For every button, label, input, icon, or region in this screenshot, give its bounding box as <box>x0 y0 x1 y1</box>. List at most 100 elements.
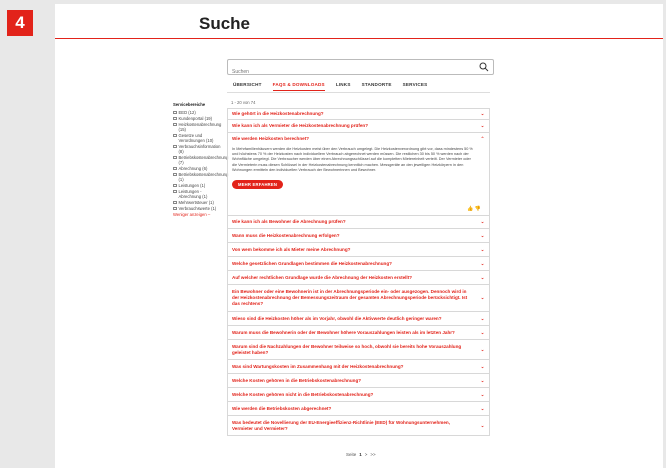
search-input[interactable] <box>228 65 468 79</box>
faq-question: Auf welcher rechtlichen Grundlage wurde … <box>232 274 413 280</box>
checkbox[interactable] <box>173 183 177 188</box>
search-icon[interactable] <box>479 62 489 72</box>
checkbox[interactable] <box>173 133 177 138</box>
faq-item[interactable]: Wie gehört in die Heizkostenabrechnung? ⌄ <box>227 108 490 120</box>
search-box[interactable] <box>227 59 494 79</box>
pager-next-button[interactable]: > <box>365 452 368 457</box>
filter-label: Abrechnung (6) <box>178 166 208 171</box>
faq-question: Warum muss die Bewohnerin oder der Bewoh… <box>232 329 455 335</box>
checkbox[interactable] <box>173 110 177 115</box>
show-less-link[interactable]: Weniger anzeigen – <box>173 212 225 217</box>
faq-question: Welche Kosten gehören in die Betriebskos… <box>232 377 362 383</box>
tab-overview[interactable]: ÜBERSICHT <box>233 82 262 91</box>
faq-item[interactable]: Von wem bekomme ich als Mieter meine Abr… <box>227 243 490 257</box>
filter-item[interactable]: Leistungen - Abrechnung (1) <box>173 189 225 199</box>
chevron-up-icon: ⌃ <box>480 136 485 141</box>
pager-label: Seite <box>346 452 357 457</box>
faq-question: Welche gesetzlichen Grundlagen bestimmen… <box>232 260 392 266</box>
filter-label: Kundenportal (19) <box>178 116 213 121</box>
filter-label: EED (12) <box>178 110 196 115</box>
chevron-down-icon: ⌄ <box>480 111 485 116</box>
chevron-down-icon: ⌄ <box>480 246 485 252</box>
faq-question: Was sind Wartungskosten im Zusammenhang … <box>232 363 404 369</box>
checkbox[interactable] <box>173 144 177 149</box>
tab-faqs-downloads[interactable]: FAQS & DOWNLOADS <box>272 82 325 91</box>
faq-question: Wann muss die Heizkostenabrechnung erfol… <box>232 232 340 238</box>
filter-item[interactable]: Verbrauchswerte (1) <box>173 206 225 211</box>
feedback-icons[interactable]: 👍 👎 <box>467 206 481 212</box>
header-divider <box>55 38 663 39</box>
faq-answer: In Mehrfamilienhäusern werden die Heizko… <box>232 147 473 172</box>
chevron-down-icon: ⌄ <box>480 391 485 397</box>
faq-question: Wie werden Heizkosten berechnet? <box>232 136 310 141</box>
page: Suche ÜBERSICHT FAQS & DOWNLOADS LINKS S… <box>55 4 663 468</box>
chevron-down-icon: ⌄ <box>480 295 485 300</box>
filter-label: Betriebskostenabrechnung (7) <box>178 155 229 165</box>
faq-item[interactable]: Wie kann ich als Vermieter die Heizkoste… <box>227 120 490 133</box>
chevron-down-icon: ⌄ <box>480 346 485 352</box>
checkbox[interactable] <box>173 189 177 194</box>
chevron-down-icon: ⌄ <box>480 363 485 369</box>
chevron-down-icon: ⌄ <box>480 329 485 335</box>
filter-label: Gesetze und Verordnungen (10) <box>178 133 214 143</box>
tabs-divider <box>227 92 490 93</box>
faq-list: Wie gehört in die Heizkostenabrechnung? ⌄… <box>227 108 490 436</box>
checkbox[interactable] <box>173 172 177 177</box>
faq-item[interactable]: Wieso sind die Heizkosten höher als im V… <box>227 312 490 326</box>
pager-current-page[interactable]: 1 <box>359 452 362 457</box>
faq-question: Wie gehört in die Heizkostenabrechnung? <box>232 111 324 116</box>
filter-label: Verbrauchsinformation (8) <box>178 144 221 154</box>
filter-item[interactable]: Betriebskostenabrechnung (7) <box>173 155 228 165</box>
checkbox[interactable] <box>173 200 177 205</box>
faq-item[interactable]: Warum sind die Nachzahlungen der Bewohne… <box>227 340 490 360</box>
faq-item[interactable]: Welche gesetzlichen Grundlagen bestimmen… <box>227 257 490 271</box>
filter-item[interactable]: Gesetze und Verordnungen (10) <box>173 133 225 143</box>
filter-sidebar: Servicebereiche EED (12) Kundenportal (1… <box>173 102 228 217</box>
filter-item[interactable]: EED (12) <box>173 110 225 115</box>
filter-item[interactable]: Mehrwertsteuer (1) <box>173 200 225 205</box>
filter-label: Mehrwertsteuer (1) <box>178 200 214 205</box>
checkbox[interactable] <box>173 116 177 121</box>
filter-item[interactable]: Leistungen (1) <box>173 183 225 188</box>
chevron-down-icon: ⌄ <box>480 422 485 428</box>
faq-item[interactable]: Was bedeutet die Novellierung der EU-Ene… <box>227 416 490 436</box>
faq-item[interactable]: Welche Kosten gehören in die Betriebskos… <box>227 374 490 388</box>
filter-item[interactable]: Kundenportal (19) <box>173 116 225 121</box>
filter-item[interactable]: Heizkostenabrechnung (15) <box>173 122 225 132</box>
faq-item[interactable]: Was sind Wartungskosten im Zusammenhang … <box>227 360 490 374</box>
tab-locations[interactable]: STANDORTE <box>362 82 392 91</box>
chevron-down-icon: ⌄ <box>480 260 485 266</box>
tab-services[interactable]: SERVICES <box>403 82 428 91</box>
faq-item[interactable]: Ein Bewohner oder eine Bewohnerin ist in… <box>227 285 490 312</box>
checkbox[interactable] <box>173 206 177 211</box>
faq-item[interactable]: Wie kann ich als Bewohner die Abrechnung… <box>227 216 490 229</box>
chevron-down-icon: ⌄ <box>480 219 485 224</box>
chevron-down-icon: ⌄ <box>480 123 485 128</box>
step-badge: 4 <box>7 10 33 36</box>
faq-item[interactable]: Warum muss die Bewohnerin oder der Bewoh… <box>227 326 490 340</box>
faq-question: Wie werden die Betriebskosten abgerechne… <box>232 405 332 411</box>
faq-question: Was bedeutet die Novellierung der EU-Ene… <box>232 419 450 431</box>
faq-item[interactable]: Wie werden die Betriebskosten abgerechne… <box>227 402 490 416</box>
learn-more-button[interactable]: MEHR ERFAHREN <box>232 180 284 190</box>
faq-question: Ein Bewohner oder eine Bewohnerin ist in… <box>232 289 468 306</box>
pagination: Seite 1 > >> <box>346 452 376 457</box>
checkbox[interactable] <box>173 122 177 127</box>
pager-last-button[interactable]: >> <box>370 452 375 457</box>
checkbox[interactable] <box>173 166 177 171</box>
sidebar-title: Servicebereiche <box>173 102 206 107</box>
tab-links[interactable]: LINKS <box>336 82 351 91</box>
checkbox[interactable] <box>173 155 177 160</box>
filter-item[interactable]: Verbrauchsinformation (8) <box>173 144 225 154</box>
faq-item[interactable]: Auf welcher rechtlichen Grundlage wurde … <box>227 271 490 285</box>
filter-item[interactable]: Abrechnung (6) <box>173 166 225 171</box>
filter-item[interactable]: Betriebskostenabrechnung (1) <box>173 172 228 182</box>
faq-item[interactable]: Welche Kosten gehören nicht in die Betri… <box>227 388 490 402</box>
faq-question: Wie kann ich als Bewohner die Abrechnung… <box>232 219 346 224</box>
faq-question: Wie kann ich als Vermieter die Heizkoste… <box>232 123 369 128</box>
faq-item[interactable]: Wann muss die Heizkostenabrechnung erfol… <box>227 229 490 243</box>
faq-question-row[interactable]: Wie werden Heizkosten berechnet? ⌃ <box>232 136 485 142</box>
chevron-down-icon: ⌄ <box>480 315 485 321</box>
chevron-down-icon: ⌄ <box>480 232 485 238</box>
faq-question: Wieso sind die Heizkosten höher als im V… <box>232 315 442 321</box>
